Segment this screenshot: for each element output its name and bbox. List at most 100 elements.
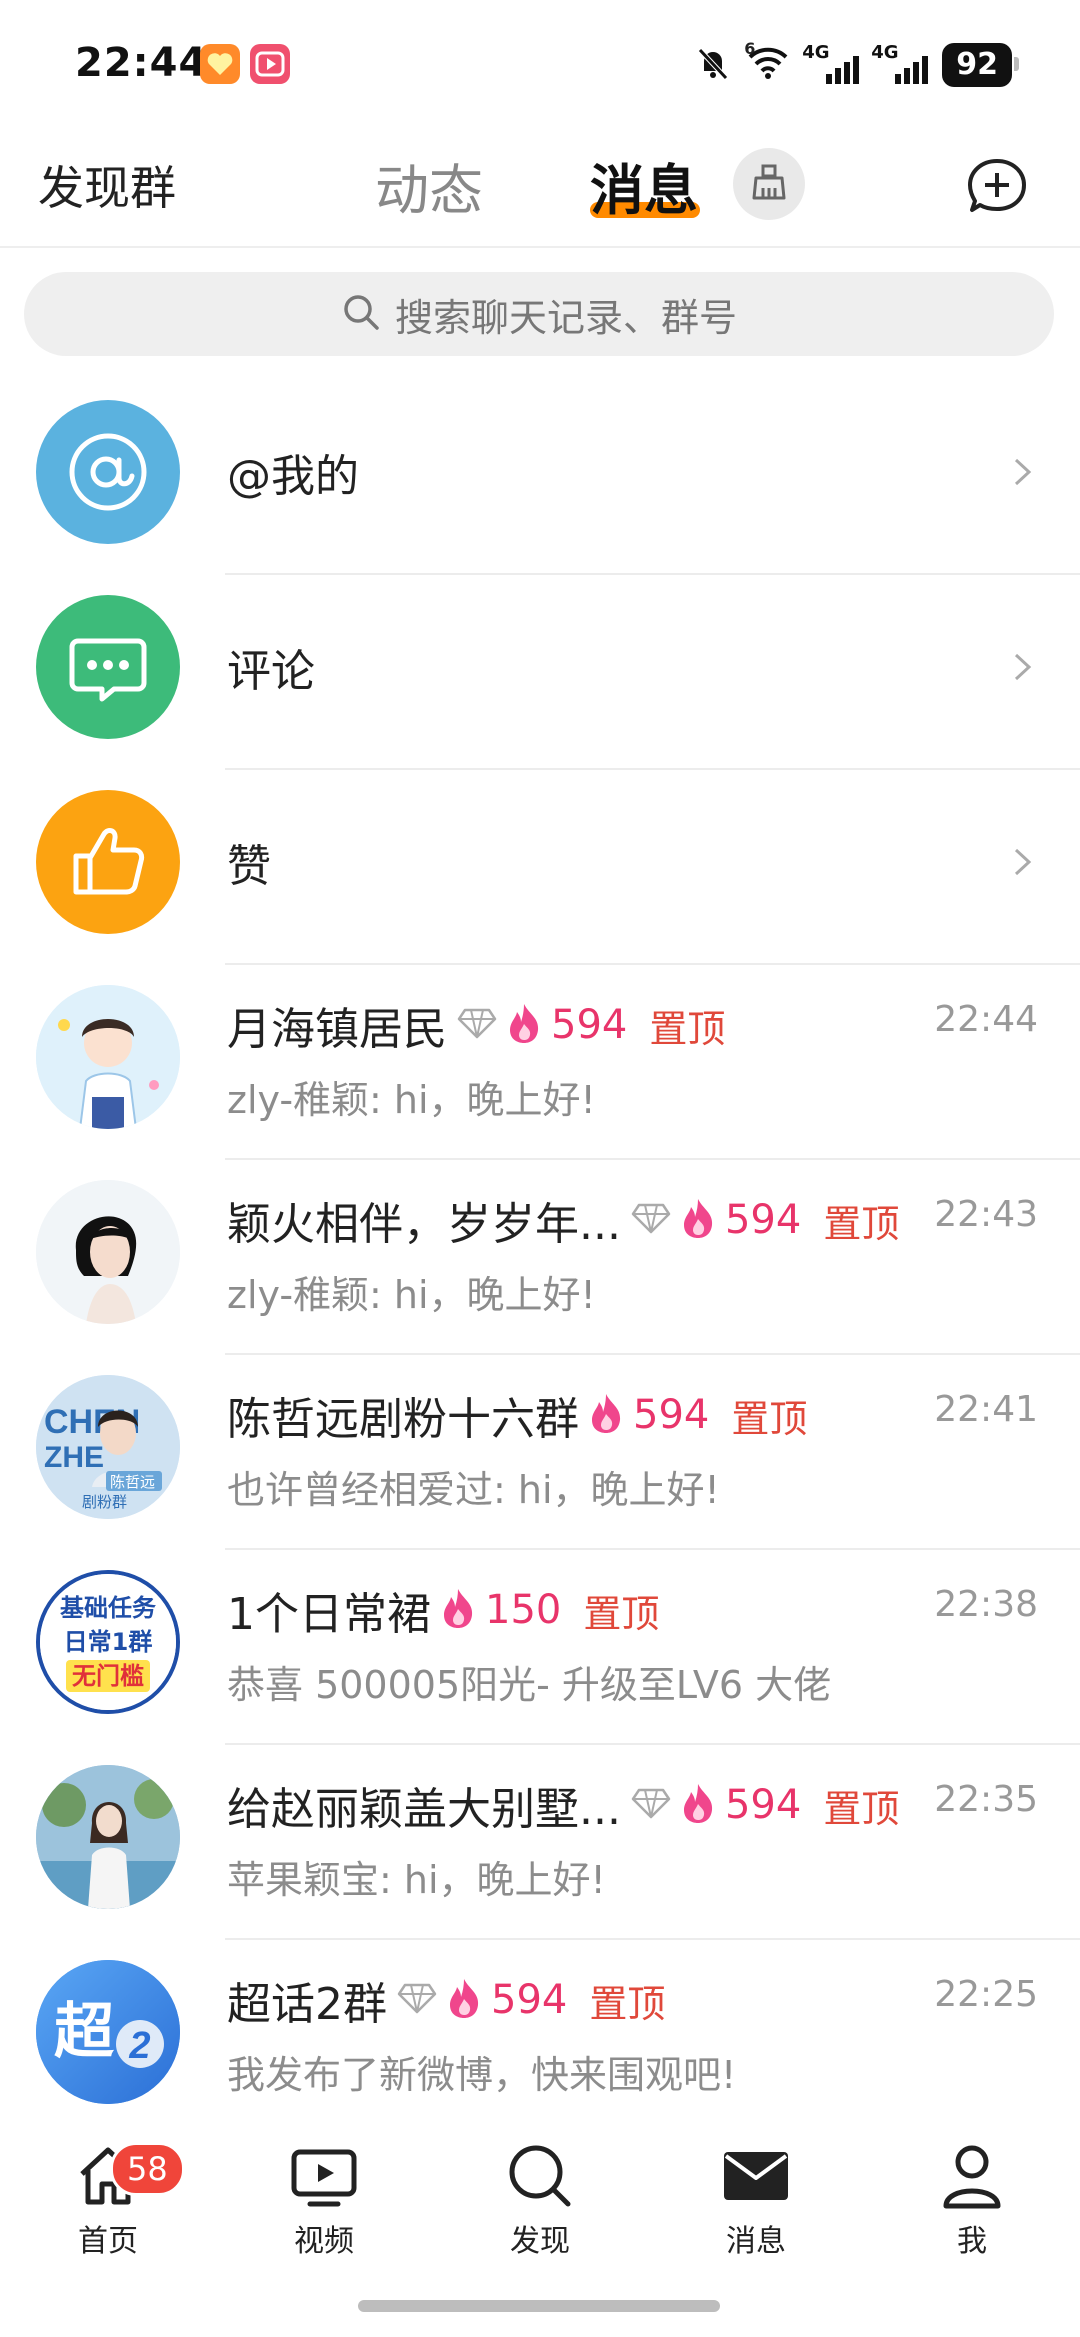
pinned-label: 置顶 (823, 1201, 900, 1246)
chat-preview: 我发布了新微博，快来围观吧! (227, 2053, 737, 2097)
compose-plus-button[interactable] (963, 154, 1031, 222)
home-indicator[interactable] (358, 2300, 720, 2312)
broom-icon (747, 160, 791, 208)
diamond-icon (631, 1201, 671, 1239)
avatar-text-daily: 日常1群 (64, 1628, 153, 1656)
chat-item[interactable]: 基础任务 日常1群 无门槛 1个日常裙 150 置顶 22:38 恭喜 500005… (0, 1550, 1080, 1745)
group-avatar (36, 1180, 180, 1324)
search-placeholder: 搜索聊天记录、群号 (394, 295, 737, 340)
fire-icon (507, 1002, 541, 1048)
chat-title-row: 月海镇居民 594 置顶 (227, 993, 725, 1057)
chat-time: 22:44 (934, 999, 1038, 1040)
video-icon (264, 2140, 384, 2212)
group-avatar (36, 1765, 180, 1909)
mentions-label: @我的 (227, 451, 359, 502)
nav-home[interactable]: 58 首页 (48, 2140, 185, 2260)
nav-profile-label: 我 (957, 2224, 987, 2259)
tab-feed[interactable]: 动态 (375, 146, 483, 225)
fire-level: 594 (633, 1392, 710, 1438)
nav-discover-label: 发现 (510, 2224, 570, 2259)
chat-item[interactable]: CHEN ZHE 陈哲远 剧粉群 陈哲远剧粉十六群 594 置顶 22:41 也许曾经… (0, 1355, 1080, 1550)
mail-icon (696, 2140, 816, 2212)
chevron-right-icon (1002, 647, 1042, 687)
pinned-label: 置顶 (731, 1396, 808, 1441)
nav-profile[interactable]: 我 (912, 2140, 1032, 2260)
heart-app-icon (200, 44, 240, 84)
list-item-comments[interactable]: 评论 (0, 575, 1080, 770)
discover-groups-link[interactable]: 发现群 (38, 152, 176, 218)
chat-time: 22:25 (934, 1974, 1038, 2015)
pinned-label: 置顶 (649, 1006, 726, 1051)
fire-icon (681, 1197, 715, 1243)
list-item-mentions[interactable]: @我的 (0, 380, 1080, 575)
pinned-label: 置顶 (823, 1786, 900, 1831)
avatar-text-two: 2 (128, 2025, 150, 2067)
likes-label: 赞 (227, 841, 271, 892)
top-header: 发现群 动态 消息 (0, 130, 1080, 248)
diamond-icon (457, 1006, 497, 1044)
clear-unread-button[interactable] (733, 148, 805, 220)
chat-preview: zly-稚颖: hi，晚上好! (227, 1273, 596, 1317)
nav-discover[interactable]: 发现 (480, 2140, 600, 2260)
search-icon (341, 292, 381, 336)
wifi-icon: 6 (744, 39, 790, 85)
chat-time: 22:43 (934, 1194, 1038, 1235)
chat-name: 超话2群 (227, 1979, 387, 2030)
fire-icon (441, 1587, 475, 1633)
chat-preview: 恭喜 500005阳光- 升级至LV6 大佬 (227, 1663, 832, 1707)
home-badge: 58 (110, 2142, 185, 2196)
fire-level: 150 (485, 1587, 562, 1633)
nav-video[interactable]: 视频 (264, 2140, 384, 2260)
fire-icon (589, 1392, 623, 1438)
avatar-text-chao: 超 (54, 1997, 115, 2067)
signal-1-label: 4G (802, 42, 830, 63)
chevron-right-icon (1002, 452, 1042, 492)
avatar-text-name: 陈哲远 (110, 1473, 155, 1491)
signal-icon-1: 4G (802, 42, 860, 84)
chat-item[interactable]: 超2 超话2群 594 置顶 22:25 我发布了新微博，快来围观吧! (0, 1940, 1080, 2135)
search-bar[interactable]: 搜索聊天记录、群号 (24, 272, 1054, 356)
nav-home-label: 首页 (78, 2224, 138, 2259)
chat-title-row: 陈哲远剧粉十六群 594 置顶 (227, 1383, 807, 1447)
fire-level: 594 (724, 1197, 802, 1243)
thumbs-up-icon (36, 790, 180, 934)
fire-level: 594 (491, 1977, 568, 2023)
pinned-label: 置顶 (583, 1591, 660, 1636)
chat-time: 22:35 (934, 1779, 1038, 1820)
list-item-likes[interactable]: 赞 (0, 770, 1080, 965)
status-bar: 22:44 6 4G 4G 92 (0, 0, 1080, 130)
chat-name: 1个日常裙 (227, 1589, 431, 1640)
avatar-text-zhe: ZHE (44, 1441, 104, 1474)
comments-label: 评论 (227, 646, 315, 697)
chat-preview: 也许曾经相爱过: hi，晚上好! (227, 1468, 720, 1512)
chat-item[interactable]: 颖火相伴，岁岁年... 594 置顶 22:43 zly-稚颖: hi，晚上好! (0, 1160, 1080, 1355)
comment-icon (36, 595, 180, 739)
fire-icon (681, 1782, 715, 1828)
chat-name: 月海镇居民 (227, 1004, 447, 1055)
chat-item[interactable]: 给赵丽颖盖大别墅... 594 置顶 22:35 苹果颖宝: hi，晚上好! (0, 1745, 1080, 1940)
at-icon (36, 400, 180, 544)
fire-level: 594 (551, 1002, 628, 1048)
chat-preview: 苹果颖宝: hi，晚上好! (227, 1858, 606, 1902)
battery-indicator: 92 (942, 43, 1019, 87)
group-avatar (36, 985, 180, 1129)
chat-name: 颖火相伴，岁岁年... (227, 1199, 621, 1250)
chat-time: 22:38 (934, 1584, 1038, 1625)
chat-item[interactable]: 月海镇居民 594 置顶 22:44 zly-稚颖: hi，晚上好! (0, 965, 1080, 1160)
tab-messages[interactable]: 消息 (590, 146, 698, 225)
chat-title-row: 超话2群 594 置顶 (227, 1968, 665, 2032)
fire-icon (447, 1977, 481, 2023)
diamond-icon (631, 1786, 671, 1824)
avatar-text-fans: 剧粉群 (82, 1493, 127, 1511)
chat-preview: zly-稚颖: hi，晚上好! (227, 1078, 596, 1122)
nav-messages[interactable]: 消息 (696, 2140, 816, 2260)
nav-messages-label: 消息 (726, 2224, 786, 2259)
message-list: @我的 评论 赞 月海镇居民 594 置顶 22:44 zly-稚颖: hi，晚… (0, 380, 1080, 2135)
chat-name: 给赵丽颖盖大别墅... (227, 1784, 621, 1835)
signal-icon-2: 4G (871, 42, 929, 84)
search-icon (480, 2140, 600, 2212)
mute-bell-icon (694, 44, 732, 86)
chat-title-row: 给赵丽颖盖大别墅... 594 置顶 (227, 1773, 899, 1837)
pinned-label: 置顶 (589, 1981, 666, 2026)
fire-level: 594 (724, 1782, 802, 1828)
